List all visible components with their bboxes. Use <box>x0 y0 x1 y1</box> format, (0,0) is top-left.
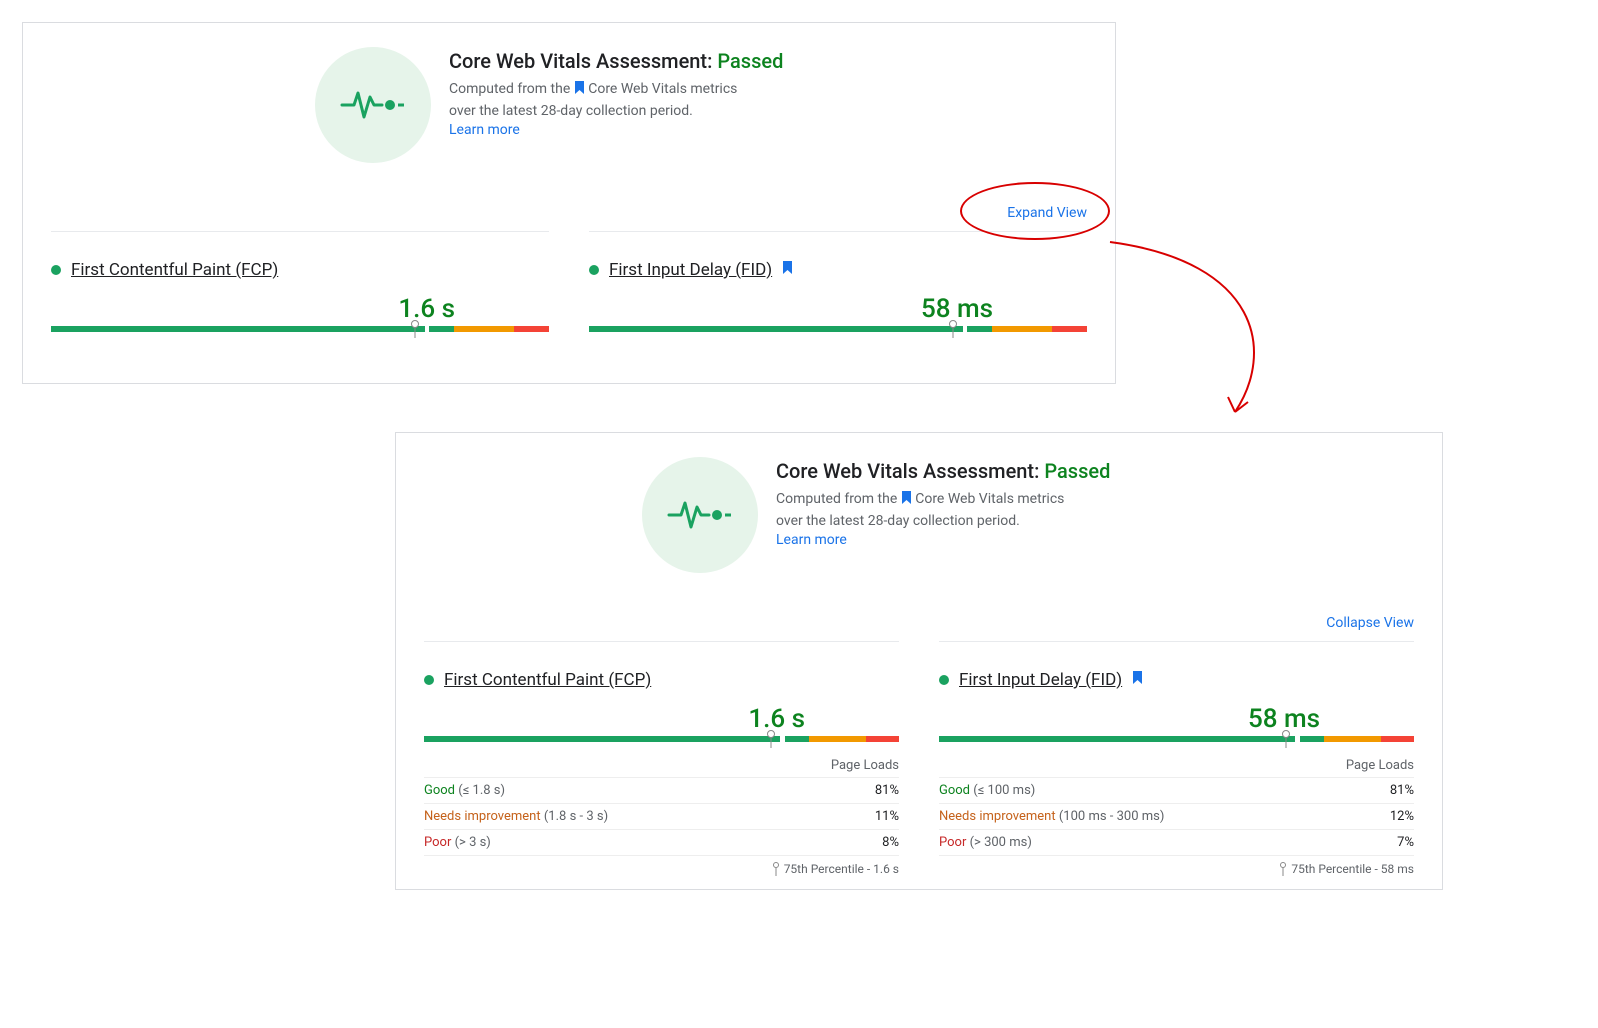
assessment-header: Core Web Vitals Assessment: Passed Compu… <box>51 47 1087 163</box>
bookmark-icon <box>901 491 912 511</box>
metric-value: 58 ms <box>939 704 1414 734</box>
bookmark-icon <box>574 81 585 101</box>
breakdown-pct: 12% <box>1390 809 1414 824</box>
breakdown-row: Poor (> 3 s)8% <box>424 830 899 856</box>
distribution-bar <box>424 736 899 742</box>
metric-fcp: First Contentful Paint (FCP) 1.6 s Page … <box>424 641 899 876</box>
assessment-description: Computed from the Core Web Vitals metric… <box>449 79 783 122</box>
metric-fid: First Input Delay (FID) 58 ms <box>589 231 1087 332</box>
vitals-icon <box>315 47 431 163</box>
breakdown-row: Needs improvement (100 ms - 300 ms)12% <box>939 804 1414 830</box>
expand-view-link[interactable]: Expand View <box>1007 205 1087 221</box>
collapse-view-link[interactable]: Collapse View <box>1326 615 1414 631</box>
metric-fid: First Input Delay (FID) 58 ms Page Loads… <box>939 641 1414 876</box>
percentile-marker <box>766 730 776 748</box>
metric-value: 58 ms <box>589 294 1087 324</box>
cwv-panel-collapsed: Core Web Vitals Assessment: Passed Compu… <box>22 22 1116 384</box>
breakdown-pct: 81% <box>875 783 899 798</box>
learn-more-link[interactable]: Learn more <box>449 122 520 138</box>
breakdown-header: Page Loads <box>939 752 1414 778</box>
breakdown-table: Page LoadsGood (≤ 100 ms)81%Needs improv… <box>939 752 1414 876</box>
breakdown-header: Page Loads <box>424 752 899 778</box>
percentile-marker <box>1281 730 1291 748</box>
status-dot-good <box>424 675 434 685</box>
percentile-marker <box>410 320 420 338</box>
distribution-bar <box>51 326 549 332</box>
metric-fcp: First Contentful Paint (FCP) 1.6 s <box>51 231 549 332</box>
metric-name-link[interactable]: First Input Delay (FID) <box>609 260 772 280</box>
metric-value: 1.6 s <box>51 294 549 324</box>
assessment-title: Core Web Vitals Assessment: Passed <box>776 459 1110 483</box>
breakdown-pct: 11% <box>875 809 899 824</box>
assessment-header: Core Web Vitals Assessment: Passed Compu… <box>424 457 1414 573</box>
breakdown-pct: 81% <box>1390 783 1414 798</box>
metric-name-link[interactable]: First Contentful Paint (FCP) <box>71 260 278 280</box>
distribution-bar <box>939 736 1414 742</box>
percentile-marker <box>948 320 958 338</box>
breakdown-row: Poor (> 300 ms)7% <box>939 830 1414 856</box>
percentile-footer: 75th Percentile - 58 ms <box>939 862 1414 876</box>
status-dot-good <box>51 265 61 275</box>
learn-more-link[interactable]: Learn more <box>776 532 847 548</box>
assessment-title: Core Web Vitals Assessment: Passed <box>449 49 783 73</box>
breakdown-row: Good (≤ 100 ms)81% <box>939 778 1414 804</box>
breakdown-table: Page LoadsGood (≤ 1.8 s)81%Needs improve… <box>424 752 899 876</box>
percentile-footer: 75th Percentile - 1.6 s <box>424 862 899 876</box>
assessment-status: Passed <box>1044 459 1110 483</box>
assessment-status: Passed <box>717 49 783 73</box>
breakdown-row: Good (≤ 1.8 s)81% <box>424 778 899 804</box>
breakdown-row: Needs improvement (1.8 s - 3 s)11% <box>424 804 899 830</box>
metric-name-link[interactable]: First Input Delay (FID) <box>959 670 1122 690</box>
marker-icon <box>1279 862 1287 876</box>
bookmark-icon <box>1132 670 1143 690</box>
vitals-icon <box>642 457 758 573</box>
status-dot-good <box>589 265 599 275</box>
metric-value: 1.6 s <box>424 704 899 734</box>
metric-name-link[interactable]: First Contentful Paint (FCP) <box>444 670 651 690</box>
status-dot-good <box>939 675 949 685</box>
cwv-panel-expanded: Core Web Vitals Assessment: Passed Compu… <box>395 432 1443 890</box>
bookmark-icon <box>782 260 793 280</box>
breakdown-pct: 8% <box>882 835 899 850</box>
marker-icon <box>772 862 780 876</box>
assessment-description: Computed from the Core Web Vitals metric… <box>776 489 1110 532</box>
breakdown-pct: 7% <box>1397 835 1414 850</box>
distribution-bar <box>589 326 1087 332</box>
